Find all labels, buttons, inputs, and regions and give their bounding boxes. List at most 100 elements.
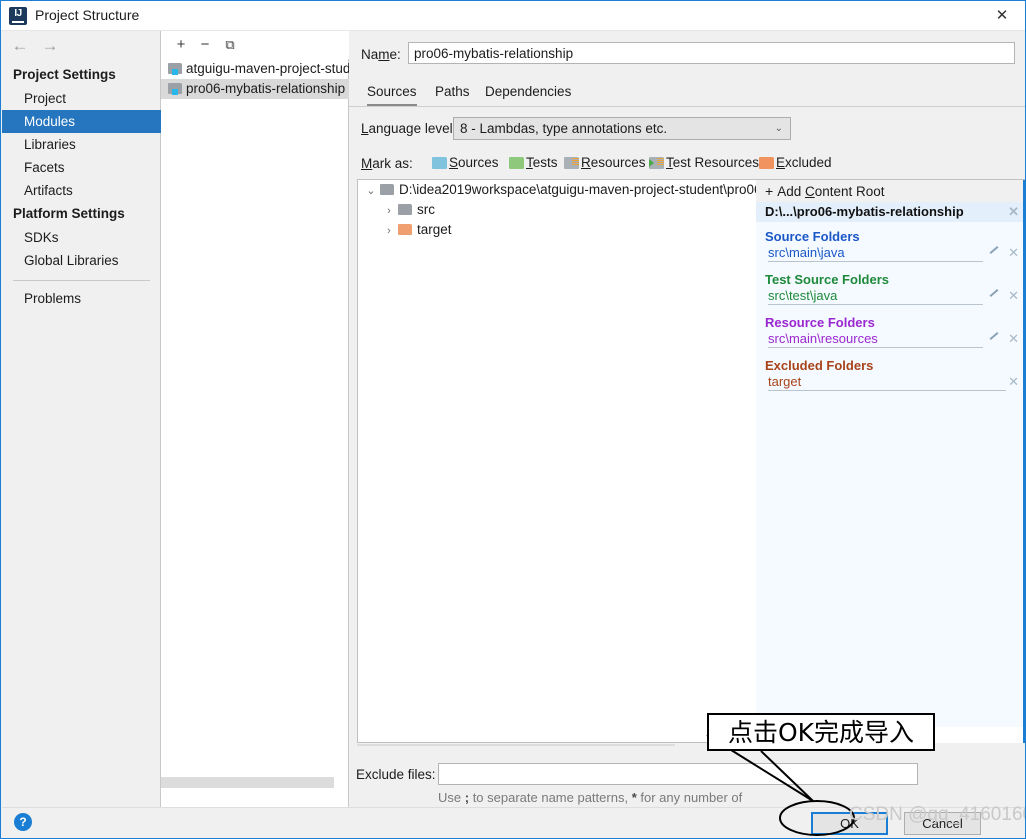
edit-icon[interactable] bbox=[988, 245, 999, 256]
sidebar-item-sdks[interactable]: SDKs bbox=[2, 226, 161, 249]
tree-label: D:\idea2019workspace\atguigu-maven-proje… bbox=[399, 182, 763, 197]
intellij-idea-icon: IJ bbox=[9, 7, 27, 25]
sidebar-item-libraries[interactable]: Libraries bbox=[2, 133, 161, 156]
content-root-panel: + Add Content Root D:\...\pro06-mybatis-r… bbox=[756, 179, 1025, 743]
sidebar-item-modules[interactable]: Modules bbox=[2, 110, 161, 133]
folder-path: src\main\java bbox=[768, 245, 845, 260]
chevron-down-icon[interactable]: ⌄ bbox=[362, 181, 380, 201]
resources-folder-icon bbox=[564, 157, 579, 169]
sidebar-item-problems[interactable]: Problems bbox=[2, 287, 161, 310]
folder-path: target bbox=[768, 374, 802, 389]
remove-module-icon[interactable]: − bbox=[194, 34, 216, 56]
content-tree: ⌄ D:\idea2019workspace\atguigu-maven-proj… bbox=[357, 179, 763, 743]
folder-row-excluded: target ✕ bbox=[756, 373, 1025, 394]
excluded-folder-icon bbox=[759, 157, 774, 169]
chevron-right-icon[interactable]: › bbox=[380, 221, 398, 241]
folder-path: src\main\resources bbox=[768, 331, 878, 346]
edit-icon[interactable] bbox=[988, 288, 999, 299]
folder-row-test-source: src\test\java ✕ bbox=[756, 287, 1025, 308]
exclude-files-row: Exclude files: bbox=[349, 763, 1025, 787]
remove-content-root-icon[interactable]: ✕ bbox=[1008, 202, 1019, 222]
back-arrow-icon[interactable]: ← bbox=[8, 35, 32, 57]
content-root-path: D:\...\pro06-mybatis-relationship ✕ bbox=[756, 202, 1025, 222]
module-label: pro06-mybatis-relationship bbox=[186, 81, 346, 96]
remove-icon[interactable]: ✕ bbox=[1008, 373, 1019, 391]
module-list-hscrollbar[interactable] bbox=[161, 777, 334, 788]
window-title: Project Structure bbox=[35, 7, 140, 23]
tab-sources[interactable]: Sources bbox=[367, 79, 417, 106]
tree-row[interactable]: › target bbox=[358, 220, 763, 240]
language-level-select[interactable]: 8 - Lambdas, type annotations etc. ⌄ bbox=[453, 117, 791, 140]
forward-arrow-icon[interactable]: → bbox=[38, 35, 62, 57]
folder-icon bbox=[380, 184, 394, 195]
remove-icon[interactable]: ✕ bbox=[1008, 287, 1019, 305]
module-toolbar: + − ⧉ bbox=[161, 31, 349, 59]
folder-row-resource: src\main\resources ✕ bbox=[756, 330, 1025, 351]
module-editor: Name: Sources Paths Dependencies Languag… bbox=[349, 31, 1025, 823]
module-folder-icon bbox=[168, 83, 182, 95]
folder-icon bbox=[398, 224, 412, 235]
editor-tabs: Sources Paths Dependencies bbox=[349, 79, 1025, 107]
module-folder-icon bbox=[168, 63, 182, 75]
module-list: atguigu-maven-project-stude pro06-mybati… bbox=[161, 59, 358, 99]
chevron-down-icon: ⌄ bbox=[774, 123, 783, 134]
language-level-value: 8 - Lambdas, type annotations etc. bbox=[460, 121, 668, 136]
add-module-icon[interactable]: + bbox=[170, 34, 192, 56]
help-icon[interactable]: ? bbox=[14, 813, 32, 831]
sidebar-item-project[interactable]: Project bbox=[2, 87, 161, 110]
plus-icon: + bbox=[765, 183, 774, 199]
sidebar-item-facets[interactable]: Facets bbox=[2, 156, 161, 179]
remove-icon[interactable]: ✕ bbox=[1008, 244, 1019, 262]
list-item[interactable]: atguigu-maven-project-stude bbox=[161, 59, 358, 79]
mark-as-test-resources[interactable]: Test Resources bbox=[649, 155, 759, 170]
content-root-path-label: D:\...\pro06-mybatis-relationship bbox=[765, 204, 964, 219]
tab-dependencies[interactable]: Dependencies bbox=[485, 79, 571, 106]
tab-paths[interactable]: Paths bbox=[435, 79, 470, 106]
folder-icon bbox=[398, 204, 412, 215]
cancel-button[interactable]: Cancel bbox=[904, 812, 981, 835]
sidebar-list: Project Settings Project Modules Librari… bbox=[2, 63, 161, 310]
language-level-row: Language level: 8 - Lambdas, type annota… bbox=[349, 117, 1025, 141]
callout-box: 点击OK完成导入 bbox=[707, 713, 935, 751]
mark-as-excluded[interactable]: Excluded bbox=[759, 155, 832, 170]
list-item[interactable]: pro06-mybatis-relationship bbox=[161, 79, 349, 99]
add-content-root-button[interactable]: + Add Content Root bbox=[756, 180, 1025, 202]
remove-icon[interactable]: ✕ bbox=[1008, 330, 1019, 348]
mark-as-sources[interactable]: Sources bbox=[432, 155, 499, 170]
sidebar-item-global-libraries[interactable]: Global Libraries bbox=[2, 249, 161, 272]
project-structure-dialog: IJ Project Structure ✕ ← → Project Setti… bbox=[0, 0, 1026, 839]
ok-button[interactable]: OK bbox=[811, 812, 888, 835]
folder-path: src\test\java bbox=[768, 288, 838, 303]
tree-label: target bbox=[417, 222, 452, 237]
settings-sidebar: ← → Project Settings Project Modules Lib… bbox=[2, 31, 161, 809]
module-list-panel: + − ⧉ atguigu-maven-project-stude pro06-… bbox=[161, 31, 358, 809]
mark-as-row: Mark as: Sources Tests Resources Test Re… bbox=[349, 153, 1025, 175]
sources-folder-icon bbox=[432, 157, 447, 169]
tree-label: src bbox=[417, 202, 435, 217]
section-title-resource-folders: Resource Folders bbox=[765, 315, 875, 330]
chevron-right-icon[interactable]: › bbox=[380, 201, 398, 221]
mark-as-resources[interactable]: Resources bbox=[564, 155, 646, 170]
language-level-label: Language level: bbox=[361, 121, 457, 136]
exclude-files-input[interactable] bbox=[438, 763, 918, 785]
edit-icon[interactable] bbox=[988, 331, 999, 342]
folder-row-source: src\main\java ✕ bbox=[756, 244, 1025, 265]
dialog-footer: ? OK Cancel bbox=[2, 807, 1025, 837]
mark-as-label: Mark as: bbox=[361, 156, 413, 171]
sidebar-item-artifacts[interactable]: Artifacts bbox=[2, 179, 161, 202]
tree-row[interactable]: › src bbox=[358, 200, 763, 220]
module-name-input[interactable] bbox=[408, 42, 1015, 64]
sidebar-heading-platform-settings: Platform Settings bbox=[13, 206, 125, 221]
close-icon[interactable]: ✕ bbox=[979, 1, 1025, 30]
exclude-files-label: Exclude files: bbox=[356, 767, 436, 782]
mark-as-tests[interactable]: Tests bbox=[509, 155, 558, 170]
tree-row[interactable]: ⌄ D:\idea2019workspace\atguigu-maven-proj… bbox=[358, 180, 763, 200]
section-title-source-folders: Source Folders bbox=[765, 229, 860, 244]
test-resources-folder-icon bbox=[649, 157, 664, 169]
sidebar-divider bbox=[13, 280, 150, 281]
tests-folder-icon bbox=[509, 157, 524, 169]
copy-module-icon[interactable]: ⧉ bbox=[219, 34, 241, 56]
section-title-test-source-folders: Test Source Folders bbox=[765, 272, 890, 287]
section-title-excluded-folders: Excluded Folders bbox=[765, 358, 874, 373]
sidebar-heading-project-settings: Project Settings bbox=[13, 67, 116, 82]
